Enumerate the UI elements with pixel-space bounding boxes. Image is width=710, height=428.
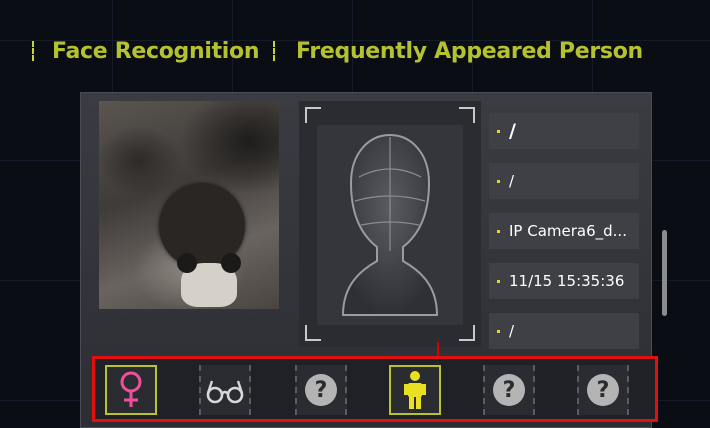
tab-face-recognition[interactable]: Face Recognition: [32, 34, 279, 68]
tab-frequently-appeared-person-label: Frequently Appeared Person: [296, 38, 643, 64]
tab-face-recognition-label: Face Recognition: [52, 38, 260, 64]
attribute-unknown-3[interactable]: ?: [577, 365, 629, 415]
info-value-camera: IP Camera6_d...: [509, 222, 627, 240]
tab-frequently-appeared-person[interactable]: Frequently Appeared Person: [296, 34, 643, 68]
info-value-group: /: [509, 172, 515, 190]
info-item-camera: IP Camera6_d...: [489, 213, 639, 249]
info-item-time: 11/15 15:35:36: [489, 263, 639, 299]
person-silhouette-icon: [317, 125, 463, 325]
attribute-unknown-2[interactable]: ?: [483, 365, 535, 415]
face-placeholder: [299, 101, 481, 347]
captured-face-image[interactable]: [99, 101, 279, 309]
tab-bar: Face Recognition Frequently Appeared Per…: [0, 0, 710, 80]
attribute-unknown-1[interactable]: ?: [295, 365, 347, 415]
info-item-similarity: /: [489, 313, 639, 349]
info-item-group: /: [489, 163, 639, 199]
attribute-gender[interactable]: [105, 365, 157, 415]
attribute-glasses[interactable]: [199, 365, 251, 415]
info-value-name: /: [509, 120, 516, 142]
tab-bracket-right: [273, 41, 279, 61]
scrollbar-thumb[interactable]: [662, 230, 667, 316]
bullet-dot: [497, 229, 500, 233]
mouse-ears-shirt-print: [177, 253, 241, 307]
info-value-time: 11/15 15:35:36: [509, 272, 625, 290]
bullet-dot: [497, 179, 500, 183]
bullet-dot: [497, 329, 500, 333]
tab-bracket-left: [32, 41, 38, 61]
attribute-clothing[interactable]: [389, 365, 441, 415]
bullet-dot: [497, 279, 500, 283]
info-value-similarity: /: [509, 322, 515, 340]
info-item-name: /: [489, 113, 639, 149]
bullet-dot: [497, 129, 500, 133]
info-list: / / IP Camera6_d... 11/15 15:35:36 /: [489, 113, 639, 363]
attribute-strip: ? ? ?: [92, 356, 658, 422]
